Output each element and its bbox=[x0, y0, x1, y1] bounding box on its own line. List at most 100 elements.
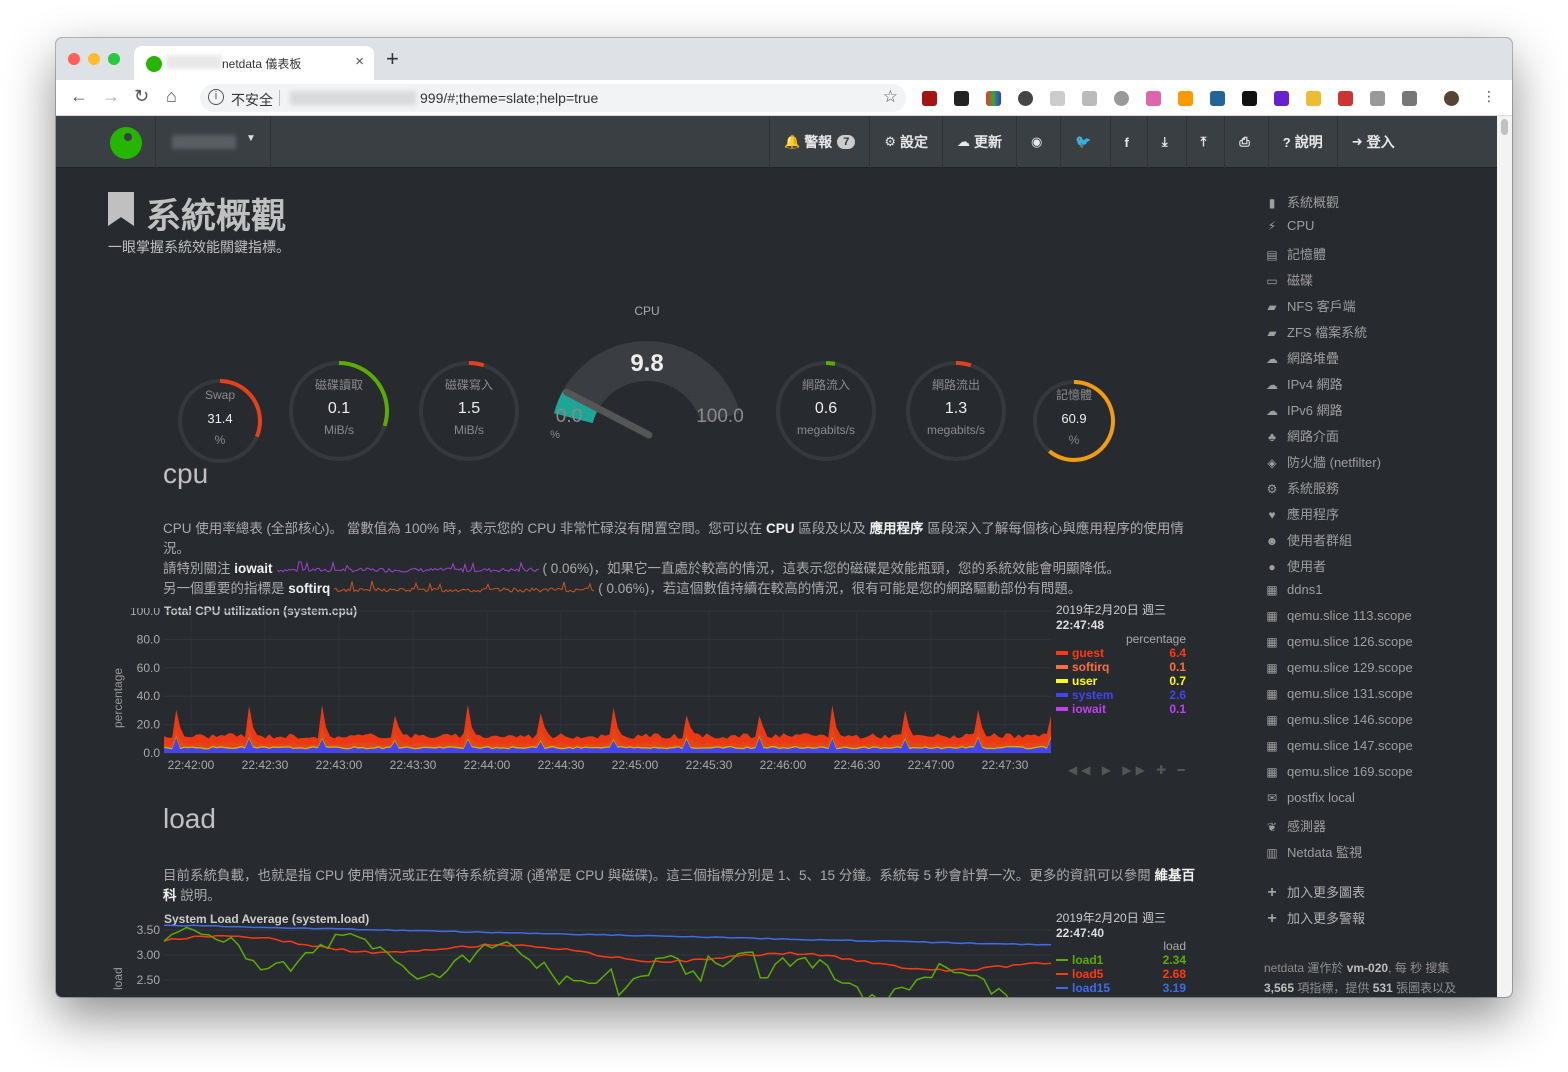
new-tab-button[interactable]: + bbox=[386, 46, 399, 72]
address-bar[interactable]: i 不安全 999/#;theme=slate;help=true ☆ bbox=[200, 84, 906, 112]
sidebar-item[interactable]: ● 使用者 bbox=[1264, 556, 1326, 576]
gauge-swap[interactable]: Swap 31.4% bbox=[178, 379, 262, 463]
menu-download[interactable]: ⤓ bbox=[1146, 116, 1186, 168]
profile-avatar[interactable] bbox=[1444, 91, 1459, 106]
bookmark-star-icon[interactable]: ☆ bbox=[883, 87, 898, 107]
info-icon[interactable]: i bbox=[208, 89, 224, 105]
sidebar-item[interactable]: ▦ qemu.slice 126.scope bbox=[1264, 634, 1412, 654]
menu-github[interactable]: ◉ bbox=[1015, 116, 1060, 168]
sidebar-item[interactable]: ▦ qemu.slice 169.scope bbox=[1264, 764, 1412, 784]
sidebar-item[interactable]: ▦ ddns1 bbox=[1264, 582, 1322, 602]
menu-settings[interactable]: ⚙ 設定 bbox=[869, 116, 942, 168]
gauge-net-in[interactable]: 網路流入 0.6 megabits/s bbox=[776, 361, 876, 461]
sidebar-item[interactable]: ▦ qemu.slice 147.scope bbox=[1264, 738, 1412, 758]
legend-item-load5[interactable]: load5 2.68 bbox=[1056, 967, 1186, 981]
cpu-legend-unit: percentage bbox=[1125, 632, 1186, 646]
extension-icon[interactable] bbox=[1402, 91, 1417, 106]
browser-menu-icon[interactable]: ⋮ bbox=[1482, 88, 1496, 104]
extension-icon[interactable] bbox=[1306, 91, 1321, 106]
sidebar-item[interactable]: ▭ 磁碟 bbox=[1264, 270, 1313, 290]
sidebar-add-action[interactable]: + 加入更多圖表 bbox=[1264, 882, 1365, 902]
sidebar-item[interactable]: ✉ postfix local bbox=[1264, 790, 1355, 810]
sidebar-add-action[interactable]: + 加入更多警報 bbox=[1264, 908, 1365, 928]
sidebar-item[interactable]: ⚙ 系統服務 bbox=[1264, 478, 1339, 498]
extension-icon[interactable] bbox=[1114, 91, 1129, 106]
gauge-value: 1.3 bbox=[945, 400, 967, 417]
extension-icon[interactable] bbox=[1018, 91, 1033, 106]
extension-icon[interactable] bbox=[1274, 91, 1289, 106]
caret-down-icon[interactable]: ▼ bbox=[246, 133, 256, 144]
cpu-chart-controls[interactable]: ◀◀ ▶ ▶▶ ✚ ━ bbox=[1068, 763, 1189, 777]
close-tab-icon[interactable]: × bbox=[355, 53, 364, 70]
menu-update[interactable]: ☁ 更新 bbox=[941, 116, 1016, 168]
sidebar-item-icon: ▦ bbox=[1266, 583, 1278, 597]
netdata-logo-icon[interactable] bbox=[110, 127, 142, 159]
page-scrollbar[interactable] bbox=[1497, 116, 1512, 997]
extension-icon[interactable] bbox=[1242, 91, 1257, 106]
sidebar-item[interactable]: ▥ Netdata 監視 bbox=[1264, 842, 1362, 862]
extension-icon[interactable] bbox=[986, 91, 1001, 106]
hostname-dropdown[interactable] bbox=[172, 135, 236, 149]
sidebar-item[interactable]: ▦ qemu.slice 146.scope bbox=[1264, 712, 1412, 732]
legend-item-user[interactable]: user 0.7 bbox=[1056, 674, 1186, 688]
sidebar-item[interactable]: ♥ 應用程序 bbox=[1264, 504, 1339, 524]
back-icon[interactable]: ← bbox=[70, 86, 88, 107]
extension-icon[interactable] bbox=[1050, 91, 1065, 106]
close-window-button[interactable] bbox=[68, 53, 80, 65]
gauge-disk-write[interactable]: 磁碟寫入 1.5 MiB/s bbox=[419, 361, 519, 461]
sidebar-item[interactable]: ▰ ZFS 檔案系統 bbox=[1264, 322, 1367, 342]
gauge-net-out[interactable]: 網路流出 1.3 megabits/s bbox=[906, 361, 1006, 461]
apps-link[interactable]: 應用程序 bbox=[870, 521, 924, 536]
reload-icon[interactable]: ↻ bbox=[134, 86, 149, 107]
legend-item-load15[interactable]: load15 3.19 bbox=[1056, 981, 1186, 995]
sidebar-item[interactable]: ♣ 網路介面 bbox=[1264, 426, 1339, 446]
gauge-ram[interactable]: 記憶體 60.9% bbox=[1033, 380, 1115, 462]
extension-icon[interactable] bbox=[922, 91, 937, 106]
sidebar-item[interactable]: ▰ NFS 客戶端 bbox=[1264, 296, 1355, 316]
sidebar-item[interactable]: ▮ 系統概觀 bbox=[1264, 192, 1339, 212]
legend-item-softirq[interactable]: softirq 0.1 bbox=[1056, 660, 1186, 674]
legend-item-iowait[interactable]: iowait 0.1 bbox=[1056, 702, 1186, 716]
extension-icon[interactable] bbox=[1082, 91, 1097, 106]
menu-twitter[interactable]: 🐦 bbox=[1060, 116, 1109, 168]
legend-item-load1[interactable]: load1 2.34 bbox=[1056, 953, 1186, 967]
sidebar-item[interactable]: ☁ 網路堆疊 bbox=[1264, 348, 1339, 368]
menu-alarms[interactable]: 🔔 警報 7 bbox=[769, 116, 869, 168]
sidebar-item[interactable]: ☁ IPv6 網路 bbox=[1264, 400, 1343, 420]
menu-upload[interactable]: ⤒ bbox=[1185, 116, 1225, 168]
legend-swatch bbox=[1056, 987, 1068, 989]
minimize-window-button[interactable] bbox=[88, 53, 100, 65]
scrollbar-thumb[interactable] bbox=[1501, 119, 1508, 135]
gauge-disk-read[interactable]: 磁碟讀取 0.1 MiB/s bbox=[289, 361, 389, 461]
sidebar-item[interactable]: ▦ qemu.slice 131.scope bbox=[1264, 686, 1412, 706]
sidebar-item[interactable]: ▤ 記憶體 bbox=[1264, 244, 1326, 264]
home-icon[interactable]: ⌂ bbox=[166, 86, 177, 107]
extension-icon[interactable] bbox=[1210, 91, 1225, 106]
forward-icon[interactable]: → bbox=[102, 86, 120, 107]
url-text[interactable]: 999/#;theme=slate;help=true bbox=[420, 90, 598, 106]
menu-help[interactable]: ? 說明 bbox=[1267, 116, 1337, 168]
extension-icon[interactable] bbox=[954, 91, 969, 106]
sidebar-item[interactable]: ☻ 使用者群組 bbox=[1264, 530, 1352, 550]
legend-item-system[interactable]: system 2.6 bbox=[1056, 688, 1186, 702]
load-chart[interactable]: 3.503.002.502.00 bbox=[56, 920, 1206, 997]
cpu-link[interactable]: CPU bbox=[766, 521, 795, 536]
sidebar-item[interactable]: ▦ qemu.slice 129.scope bbox=[1264, 660, 1412, 680]
sidebar-item[interactable]: ❦ 感測器 bbox=[1264, 816, 1326, 836]
zoom-window-button[interactable] bbox=[108, 53, 120, 65]
cpu-chart[interactable]: 100.0 80.0 60.0 40.0 20.0 0.0 22:42:00 22:42:30… bbox=[56, 608, 1206, 788]
extension-icon[interactable] bbox=[1146, 91, 1161, 106]
extension-icon[interactable] bbox=[1338, 91, 1353, 106]
sidebar-item[interactable]: ◈ 防火牆 (netfilter) bbox=[1264, 452, 1381, 472]
sidebar-item[interactable]: ▦ qemu.slice 113.scope bbox=[1264, 608, 1411, 628]
extension-icon[interactable] bbox=[1178, 91, 1193, 106]
cpu-gauge[interactable]: CPU 9.8 0.0 100.0% bbox=[550, 304, 744, 441]
sidebar-item[interactable]: ⚡ CPU bbox=[1264, 218, 1315, 238]
browser-tab[interactable]: netdata 儀表板 × bbox=[134, 46, 374, 80]
legend-item-guest[interactable]: guest 6.4 bbox=[1056, 646, 1186, 660]
menu-sign-in[interactable]: ➜ 登入 bbox=[1336, 116, 1409, 168]
sidebar-item[interactable]: ☁ IPv4 網路 bbox=[1264, 374, 1343, 394]
extension-icon[interactable] bbox=[1370, 91, 1385, 106]
menu-facebook[interactable]: f bbox=[1109, 116, 1147, 168]
menu-print[interactable]: ⎙ bbox=[1224, 116, 1267, 168]
